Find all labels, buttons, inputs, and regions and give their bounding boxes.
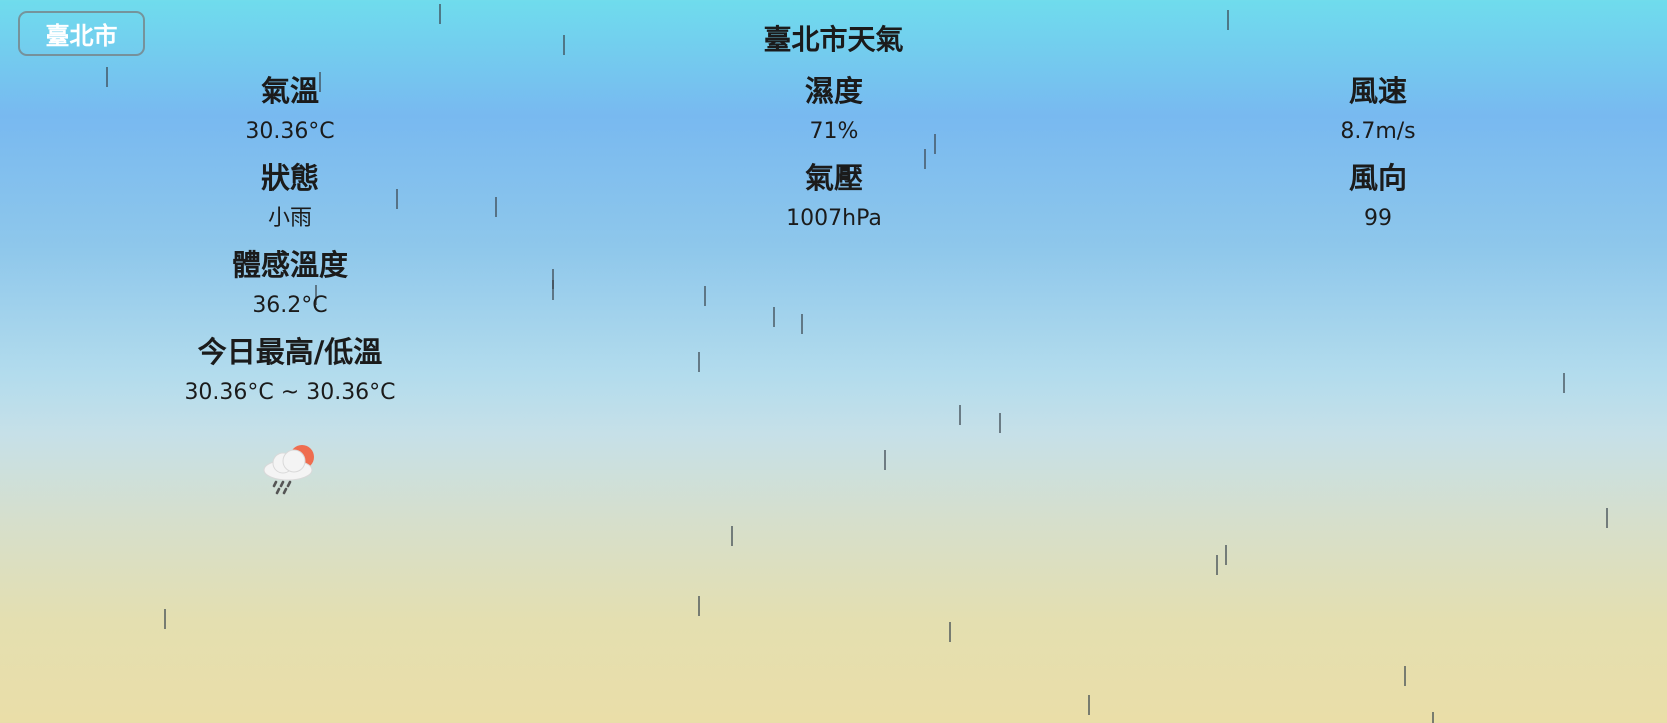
raindrop: [999, 413, 1001, 433]
pressure-label: 氣壓: [804, 161, 863, 195]
raindrop: [1216, 555, 1218, 575]
weather-column-middle: 濕度 71% 氣壓 1007hPa: [634, 70, 1034, 244]
raindrop: [164, 609, 166, 629]
wind-speed-value: 8.7m/s: [1340, 119, 1416, 144]
raindrop: [698, 596, 700, 616]
raindrop: [1225, 545, 1227, 565]
raindrop: [884, 450, 886, 470]
status-value: 小雨: [267, 206, 312, 231]
raindrop: [495, 197, 497, 217]
temperature-label: 氣溫: [260, 74, 319, 108]
high-low-label: 今日最高/低溫: [197, 335, 383, 369]
humidity-label: 濕度: [804, 74, 863, 108]
raindrop: [1404, 666, 1406, 686]
wind-direction-label: 風向: [1348, 161, 1407, 195]
raindrop: [1563, 373, 1565, 393]
page-title: 臺北市天氣: [763, 23, 904, 56]
raindrop: [773, 307, 775, 327]
raindrop: [1606, 508, 1608, 528]
status-label: 狀態: [260, 161, 319, 195]
weather-column-right: 風速 8.7m/s 風向 99: [1178, 70, 1578, 244]
raindrop: [698, 352, 700, 372]
wind-direction-value: 99: [1364, 206, 1392, 231]
raindrop: [731, 526, 733, 546]
high-low-value: 30.36°C ~ 30.36°C: [184, 380, 396, 405]
temperature-value: 30.36°C: [245, 119, 335, 144]
raindrop: [959, 405, 961, 425]
sun-cloud-rain-icon: [263, 445, 314, 495]
raindrop: [704, 286, 706, 306]
raindrop: [552, 280, 554, 300]
weather-column-left: 氣溫 30.36°C 狀態 小雨 體感溫度 36.2°C 今日最高/低溫 30.…: [90, 70, 490, 418]
raindrop: [949, 622, 951, 642]
wind-speed-label: 風速: [1348, 74, 1407, 108]
pressure-value: 1007hPa: [786, 206, 882, 231]
raindrop: [1088, 695, 1090, 715]
raindrop: [552, 269, 554, 289]
humidity-value: 71%: [809, 119, 859, 144]
feels-like-value: 36.2°C: [252, 293, 328, 318]
raindrop: [1432, 712, 1434, 723]
raindrop: [801, 314, 803, 334]
feels-like-label: 體感溫度: [231, 248, 348, 282]
